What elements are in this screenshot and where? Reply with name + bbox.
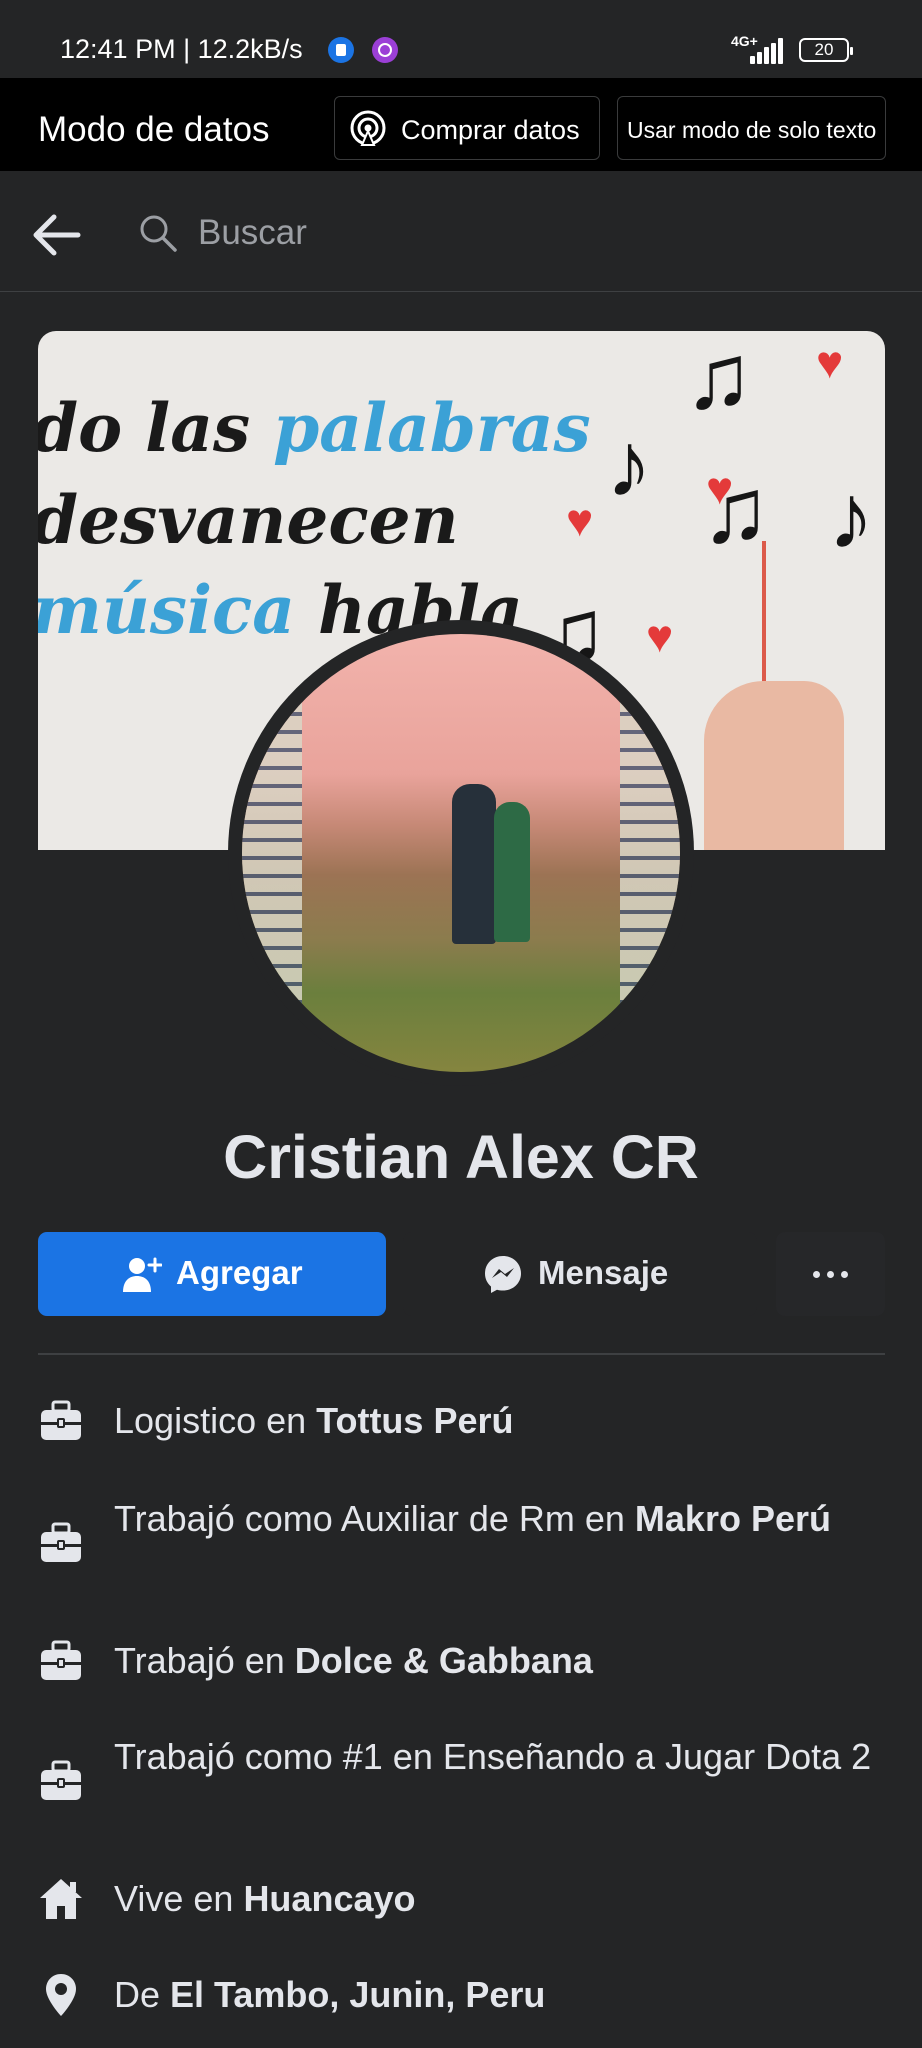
heart-icon: ♥ [706,462,734,514]
detail-bold[interactable]: Makro Perú [635,1498,831,1539]
music-note-icon: ♪ [828,466,874,568]
avatar-border-pattern [242,634,302,1072]
music-note-icon: ♪ [606,414,652,516]
message-button[interactable]: Mensaje [403,1232,757,1316]
data-mode-bar: Modo de datos Comprar datos Usar modo de… [0,78,922,171]
search-icon [140,215,177,252]
data-mode-title: Modo de datos [38,110,270,149]
app-notification-icon [328,37,354,63]
message-label: Mensaje [538,1254,669,1291]
profile-name: Cristian Alex CR [223,1123,699,1191]
briefcase-icon [41,1522,81,1562]
detail-text: Trabajó en Dolce & Gabbana [114,1638,884,1684]
profile-avatar[interactable] [242,634,680,1072]
detail-bold[interactable]: Dolce & Gabbana [295,1640,593,1681]
avatar-person [494,802,530,942]
hand-illustration [704,681,844,850]
briefcase-icon [41,1400,81,1440]
divider [38,1353,885,1355]
detail-text: De El Tambo, Junin, Peru [114,1972,884,2018]
battery-level: 20 [814,40,834,59]
cover-text-line-1a: do las [38,389,274,467]
add-friend-icon [123,1257,162,1292]
search-input[interactable] [198,209,798,257]
battery-icon: 20 [799,38,853,62]
more-dot [841,1271,848,1278]
heart-icon: ♥ [566,494,594,546]
back-arrow-icon[interactable] [28,211,84,259]
cover-text-line-2: desvanecen [38,481,459,559]
signal-icon [750,38,784,64]
detail-bold[interactable]: Tottus Perú [316,1400,513,1441]
status-bar: 12:41 PM | 12.2kB/s 4G+ 20 [0,0,922,78]
detail-text: Trabajó como #1 en Enseñando a Jugar Dot… [114,1734,884,1780]
more-dot [827,1271,834,1278]
cover-text-line-1: do las palabras [38,389,591,467]
detail-prefix: Trabajó como #1 en Enseñando a Jugar Dot… [114,1736,872,1777]
messenger-icon [485,1256,521,1293]
detail-bold[interactable]: El Tambo, Junin, Peru [170,1974,545,2015]
avatar-border-pattern [620,634,680,1072]
home-icon [40,1879,82,1919]
text-only-mode-label: Usar modo de solo texto [627,117,877,143]
detail-prefix: Trabajó como Auxiliar de Rm en [114,1498,635,1539]
detail-text: Vive en Huancayo [114,1876,884,1922]
broadcast-icon [350,110,386,146]
add-friend-button[interactable]: Agregar [38,1232,386,1316]
cover-text-line-1b: palabras [273,389,591,467]
heart-icon: ♥ [816,336,844,388]
detail-text: Trabajó como Auxiliar de Rm en Makro Per… [114,1496,884,1542]
status-time: 12:41 PM | 12.2kB/s [60,34,303,64]
text-only-mode-button[interactable]: Usar modo de solo texto [617,96,886,160]
more-options-button[interactable] [776,1232,885,1316]
detail-prefix: De [114,1974,171,2015]
briefcase-icon [41,1640,81,1680]
add-friend-label: Agregar [176,1254,303,1291]
detail-prefix: Trabajó en [114,1640,295,1681]
location-pin-icon [46,1974,76,2016]
detail-text: Logistico en Tottus Perú [114,1398,884,1444]
detail-prefix: Vive en [114,1878,244,1919]
app-notification-icon-2 [372,37,398,63]
briefcase-icon [41,1760,81,1800]
string-decoration [762,541,766,701]
avatar-person [452,784,496,944]
detail-bold[interactable]: Huancayo [243,1878,415,1919]
detail-prefix: Logistico en [114,1400,317,1441]
more-dot [813,1271,820,1278]
music-note-icon: ♫ [684,331,753,428]
buy-data-label: Comprar datos [401,115,580,145]
buy-data-button[interactable]: Comprar datos [334,96,600,160]
search-bar [0,171,922,292]
